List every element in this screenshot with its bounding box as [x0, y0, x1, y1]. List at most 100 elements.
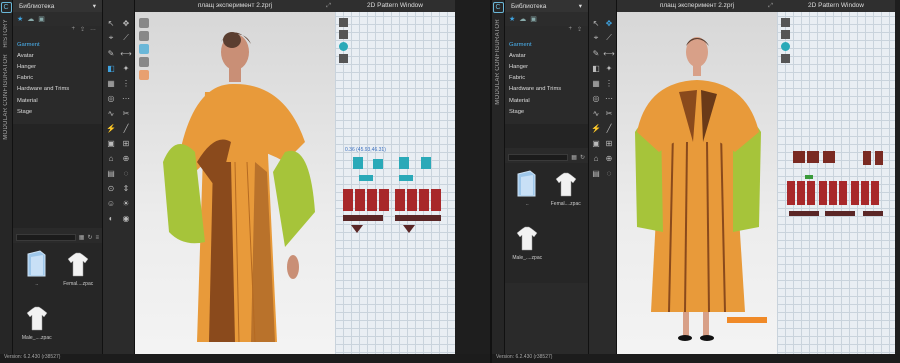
- list-view-icon[interactable]: ≡: [95, 235, 99, 241]
- style-tool-icon[interactable]: ⊙: [104, 181, 118, 195]
- sew-tool-icon[interactable]: ⚡: [104, 121, 118, 135]
- piping-tool-icon[interactable]: ∿: [104, 106, 118, 120]
- move-tool-icon[interactable]: ✥: [119, 16, 133, 30]
- line-tool-icon[interactable]: ╱: [603, 121, 615, 135]
- avatar-tool-icon[interactable]: ◧: [104, 61, 118, 75]
- store-icon[interactable]: ▣: [530, 15, 537, 23]
- graphic-tool-icon[interactable]: ▣: [590, 136, 602, 150]
- brush-tool-icon[interactable]: ✎: [590, 46, 602, 60]
- fold-tool-icon[interactable]: ⟋: [603, 31, 615, 45]
- close-icon[interactable]: ▾: [579, 2, 582, 10]
- pose-tool-icon[interactable]: ☺: [104, 196, 118, 210]
- zip-tool-icon[interactable]: ⋮: [119, 76, 133, 90]
- grid-view-icon[interactable]: ▦: [79, 234, 85, 241]
- 3d-viewport[interactable]: плащ эксперимент 2.zprj ⤢: [135, 0, 335, 363]
- search-input[interactable]: [16, 234, 76, 241]
- library-item-hardware[interactable]: Hardware and Trims: [17, 84, 98, 95]
- trim-tool-icon[interactable]: ✂: [603, 106, 615, 120]
- history-tab[interactable]: HISTORY: [3, 19, 9, 48]
- tape-tool-icon[interactable]: ◌: [603, 166, 615, 180]
- maximize-icon[interactable]: ⤢: [326, 0, 331, 12]
- cloud-icon[interactable]: ☁: [27, 15, 34, 23]
- topstitch-tool-icon[interactable]: ⋯: [603, 91, 615, 105]
- library-item-hanger[interactable]: Hanger: [17, 61, 98, 72]
- move-tool-icon[interactable]: ✥: [603, 16, 615, 30]
- camera-tool-icon[interactable]: ◉: [119, 211, 133, 225]
- refresh-icon[interactable]: ↻: [87, 234, 92, 241]
- pattern-tool-icon[interactable]: [339, 18, 348, 27]
- ruler-tool-icon[interactable]: ▤: [104, 166, 118, 180]
- add-icon[interactable]: +: [568, 26, 572, 36]
- arrange-tool-icon[interactable]: ⊕: [119, 151, 133, 165]
- topstitch-tool-icon[interactable]: ⋯: [119, 91, 133, 105]
- tack-tool-icon[interactable]: ✦: [603, 61, 615, 75]
- pin-tool-icon[interactable]: ⌖: [104, 31, 118, 45]
- avatar-tool-icon[interactable]: ◧: [590, 61, 602, 75]
- library-item-material[interactable]: Material: [509, 95, 584, 106]
- pin-tool-icon[interactable]: ⌖: [590, 31, 602, 45]
- library-item-hanger[interactable]: Hanger: [509, 61, 584, 72]
- upload-icon[interactable]: ⇪: [80, 26, 85, 36]
- fold-tool-icon[interactable]: ⟋: [119, 31, 133, 45]
- pattern-tool-icon[interactable]: [339, 30, 348, 39]
- modular-configurator-tab[interactable]: MODULAR CONFIGURATOR: [3, 54, 9, 140]
- button-tool-icon[interactable]: ◎: [104, 91, 118, 105]
- hanger-tool-icon[interactable]: ⌂: [590, 151, 602, 165]
- search-input[interactable]: [508, 154, 569, 162]
- file-item[interactable]: Male_....zpac: [17, 303, 57, 355]
- pattern-tool-icon[interactable]: [781, 54, 790, 63]
- pattern-tool-icon[interactable]: [781, 42, 790, 51]
- upload-icon[interactable]: ⇪: [577, 26, 582, 36]
- 2d-pattern-window[interactable]: 2D Pattern Window: [777, 0, 895, 363]
- hanger-tool-icon[interactable]: ⌂: [104, 151, 118, 165]
- library-item-stage[interactable]: Stage: [17, 106, 98, 117]
- file-item[interactable]: ..: [17, 249, 57, 301]
- button-tool-icon[interactable]: ◎: [590, 91, 602, 105]
- library-item-garment[interactable]: Garment: [509, 39, 584, 50]
- maximize-icon[interactable]: ⤢: [768, 0, 773, 12]
- measure-tool-icon[interactable]: ⟷: [119, 46, 133, 60]
- measure-tool-icon[interactable]: ⟷: [603, 46, 615, 60]
- select-tool-icon[interactable]: ↖: [590, 16, 602, 30]
- graphic-tool-icon[interactable]: ▣: [104, 136, 118, 150]
- texture-tool-icon[interactable]: ▦: [104, 76, 118, 90]
- pattern-tool-icon[interactable]: [781, 18, 790, 27]
- library-item-avatar[interactable]: Avatar: [509, 50, 584, 61]
- star-icon[interactable]: ★: [17, 15, 23, 23]
- 2d-pattern-window[interactable]: 2D Pattern Window 0.36 (45.93,46.31): [335, 0, 455, 363]
- line-tool-icon[interactable]: ╱: [119, 121, 133, 135]
- seam-tool-icon[interactable]: ⊞: [603, 136, 615, 150]
- grain-tool-icon[interactable]: ⇕: [119, 181, 133, 195]
- library-item-material[interactable]: Material: [17, 95, 98, 106]
- library-item-fabric[interactable]: Fabric: [17, 73, 98, 84]
- modular-configurator-tab[interactable]: MODULAR CONFIGURATOR: [495, 19, 501, 105]
- cloud-icon[interactable]: ☁: [519, 15, 526, 23]
- light-tool-icon[interactable]: ☀: [119, 196, 133, 210]
- grid-view-icon[interactable]: ▦: [571, 154, 577, 161]
- piping-tool-icon[interactable]: ∿: [590, 106, 602, 120]
- brush-tool-icon[interactable]: ✎: [104, 46, 118, 60]
- pattern-tool-icon[interactable]: [339, 54, 348, 63]
- star-icon[interactable]: ★: [509, 15, 515, 23]
- more-icon[interactable]: …: [90, 26, 96, 36]
- sew-tool-icon[interactable]: ⚡: [590, 121, 602, 135]
- render-tool-icon[interactable]: ◐: [104, 211, 118, 225]
- ruler-tool-icon[interactable]: ▤: [590, 166, 602, 180]
- add-icon[interactable]: +: [71, 26, 75, 36]
- library-item-stage[interactable]: Stage: [509, 106, 584, 117]
- seam-tool-icon[interactable]: ⊞: [119, 136, 133, 150]
- library-item-avatar[interactable]: Avatar: [17, 50, 98, 61]
- file-item[interactable]: Male_....zpac: [509, 223, 546, 275]
- library-item-garment[interactable]: Garment: [17, 39, 98, 50]
- library-item-hardware[interactable]: Hardware and Trims: [509, 84, 584, 95]
- pattern-tool-icon[interactable]: [339, 42, 348, 51]
- 3d-viewport[interactable]: плащ эксперимент 2.zprj ⤢: [617, 0, 777, 363]
- texture-tool-icon[interactable]: ▦: [590, 76, 602, 90]
- tape-tool-icon[interactable]: ◌: [119, 166, 133, 180]
- file-item[interactable]: ..: [509, 169, 546, 221]
- library-item-fabric[interactable]: Fabric: [509, 73, 584, 84]
- file-item[interactable]: Femal....zpac: [59, 249, 99, 301]
- arrange-tool-icon[interactable]: ⊕: [603, 151, 615, 165]
- tack-tool-icon[interactable]: ✦: [119, 61, 133, 75]
- pattern-tool-icon[interactable]: [781, 30, 790, 39]
